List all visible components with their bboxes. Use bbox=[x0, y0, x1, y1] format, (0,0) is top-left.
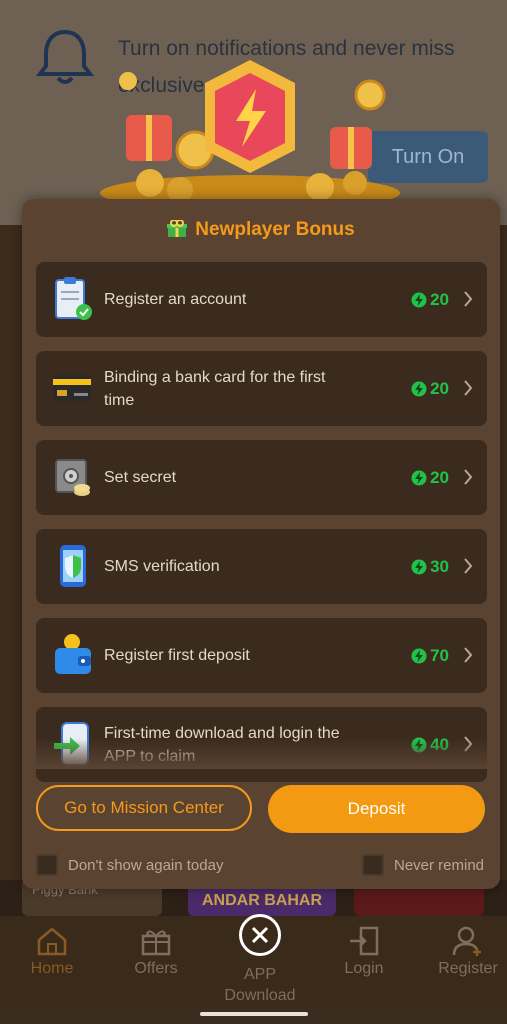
chevron-right-icon bbox=[464, 380, 473, 396]
nav-offers[interactable]: Offers bbox=[111, 926, 201, 978]
newplayer-bonus-modal: Newplayer Bonus Register an account 20 B… bbox=[22, 199, 500, 889]
wallet-icon bbox=[55, 634, 91, 674]
nav-home-label: Home bbox=[30, 960, 74, 977]
gift-icon bbox=[167, 220, 188, 237]
bolt-icon bbox=[411, 381, 427, 396]
bolt-icon bbox=[411, 559, 427, 574]
nav-login-label: Login bbox=[344, 960, 384, 977]
nav-register-label: Register bbox=[438, 960, 498, 977]
task-reward: 70 bbox=[411, 618, 449, 693]
list-fade bbox=[36, 739, 487, 769]
chevron-right-icon bbox=[464, 291, 473, 307]
bell-icon bbox=[36, 29, 94, 84]
task-first-deposit[interactable]: Register first deposit 70 bbox=[36, 618, 487, 693]
task-label: Binding a bank card for the first time bbox=[104, 368, 326, 409]
nav-register[interactable]: Register bbox=[423, 926, 507, 978]
bolt-icon bbox=[411, 292, 427, 307]
home-indicator bbox=[200, 1012, 308, 1016]
gift-box-icon bbox=[141, 930, 171, 956]
task-bind-bank-card[interactable]: Binding a bank card for the first time 2… bbox=[36, 351, 487, 426]
task-reward: 20 bbox=[411, 262, 449, 337]
close-modal-button[interactable] bbox=[239, 914, 281, 956]
task-label: SMS verification bbox=[104, 558, 220, 575]
dont-show-today-checkbox[interactable]: Don't show again today bbox=[36, 854, 223, 876]
task-reward: 20 bbox=[411, 351, 449, 426]
nav-login[interactable]: Login bbox=[319, 926, 409, 978]
bonus-badge-banner bbox=[100, 60, 400, 205]
nav-home[interactable]: Home bbox=[7, 926, 97, 978]
task-reward-value: 20 bbox=[430, 289, 449, 309]
home-icon bbox=[37, 927, 67, 956]
never-remind-checkbox[interactable]: Never remind bbox=[362, 854, 484, 876]
task-reward-value: 20 bbox=[430, 467, 449, 487]
bolt-icon bbox=[411, 648, 427, 663]
task-label: Register an account bbox=[104, 291, 247, 308]
chevron-right-icon bbox=[464, 558, 473, 574]
checkbox-box[interactable] bbox=[36, 854, 58, 876]
dont-show-today-label: Don't show again today bbox=[68, 856, 224, 874]
bank-card-icon bbox=[53, 375, 91, 401]
safe-icon bbox=[55, 459, 90, 496]
task-reward-value: 20 bbox=[430, 378, 449, 398]
login-icon bbox=[350, 926, 379, 956]
nav-app-download-label: APP Download bbox=[224, 966, 296, 1004]
task-set-secret[interactable]: Set secret 20 bbox=[36, 440, 487, 515]
chevron-right-icon bbox=[464, 647, 473, 663]
modal-title-text: Newplayer Bonus bbox=[195, 219, 355, 240]
chevron-right-icon bbox=[464, 469, 473, 485]
never-remind-label: Never remind bbox=[394, 856, 485, 874]
task-sms-verification[interactable]: SMS verification 30 bbox=[36, 529, 487, 604]
clipboard-check-icon bbox=[55, 277, 92, 320]
nav-offers-label: Offers bbox=[134, 960, 178, 977]
task-reward-value: 30 bbox=[430, 556, 449, 576]
task-reward-value: 70 bbox=[430, 645, 449, 665]
phone-shield-icon bbox=[60, 545, 86, 587]
checkbox-box[interactable] bbox=[362, 854, 384, 876]
register-user-icon bbox=[452, 926, 481, 956]
deposit-button[interactable]: Deposit bbox=[268, 785, 485, 833]
bolt-icon bbox=[411, 470, 427, 485]
close-icon bbox=[251, 926, 269, 944]
task-label: Register first deposit bbox=[104, 647, 250, 664]
task-reward: 30 bbox=[411, 529, 449, 604]
go-to-mission-center-button[interactable]: Go to Mission Center bbox=[36, 785, 252, 831]
nav-app-download[interactable]: APP Download bbox=[215, 964, 305, 1006]
task-register-account[interactable]: Register an account 20 bbox=[36, 262, 487, 337]
modal-title: Newplayer Bonus bbox=[22, 219, 500, 241]
task-reward: 20 bbox=[411, 440, 449, 515]
task-label: Set secret bbox=[104, 469, 177, 486]
